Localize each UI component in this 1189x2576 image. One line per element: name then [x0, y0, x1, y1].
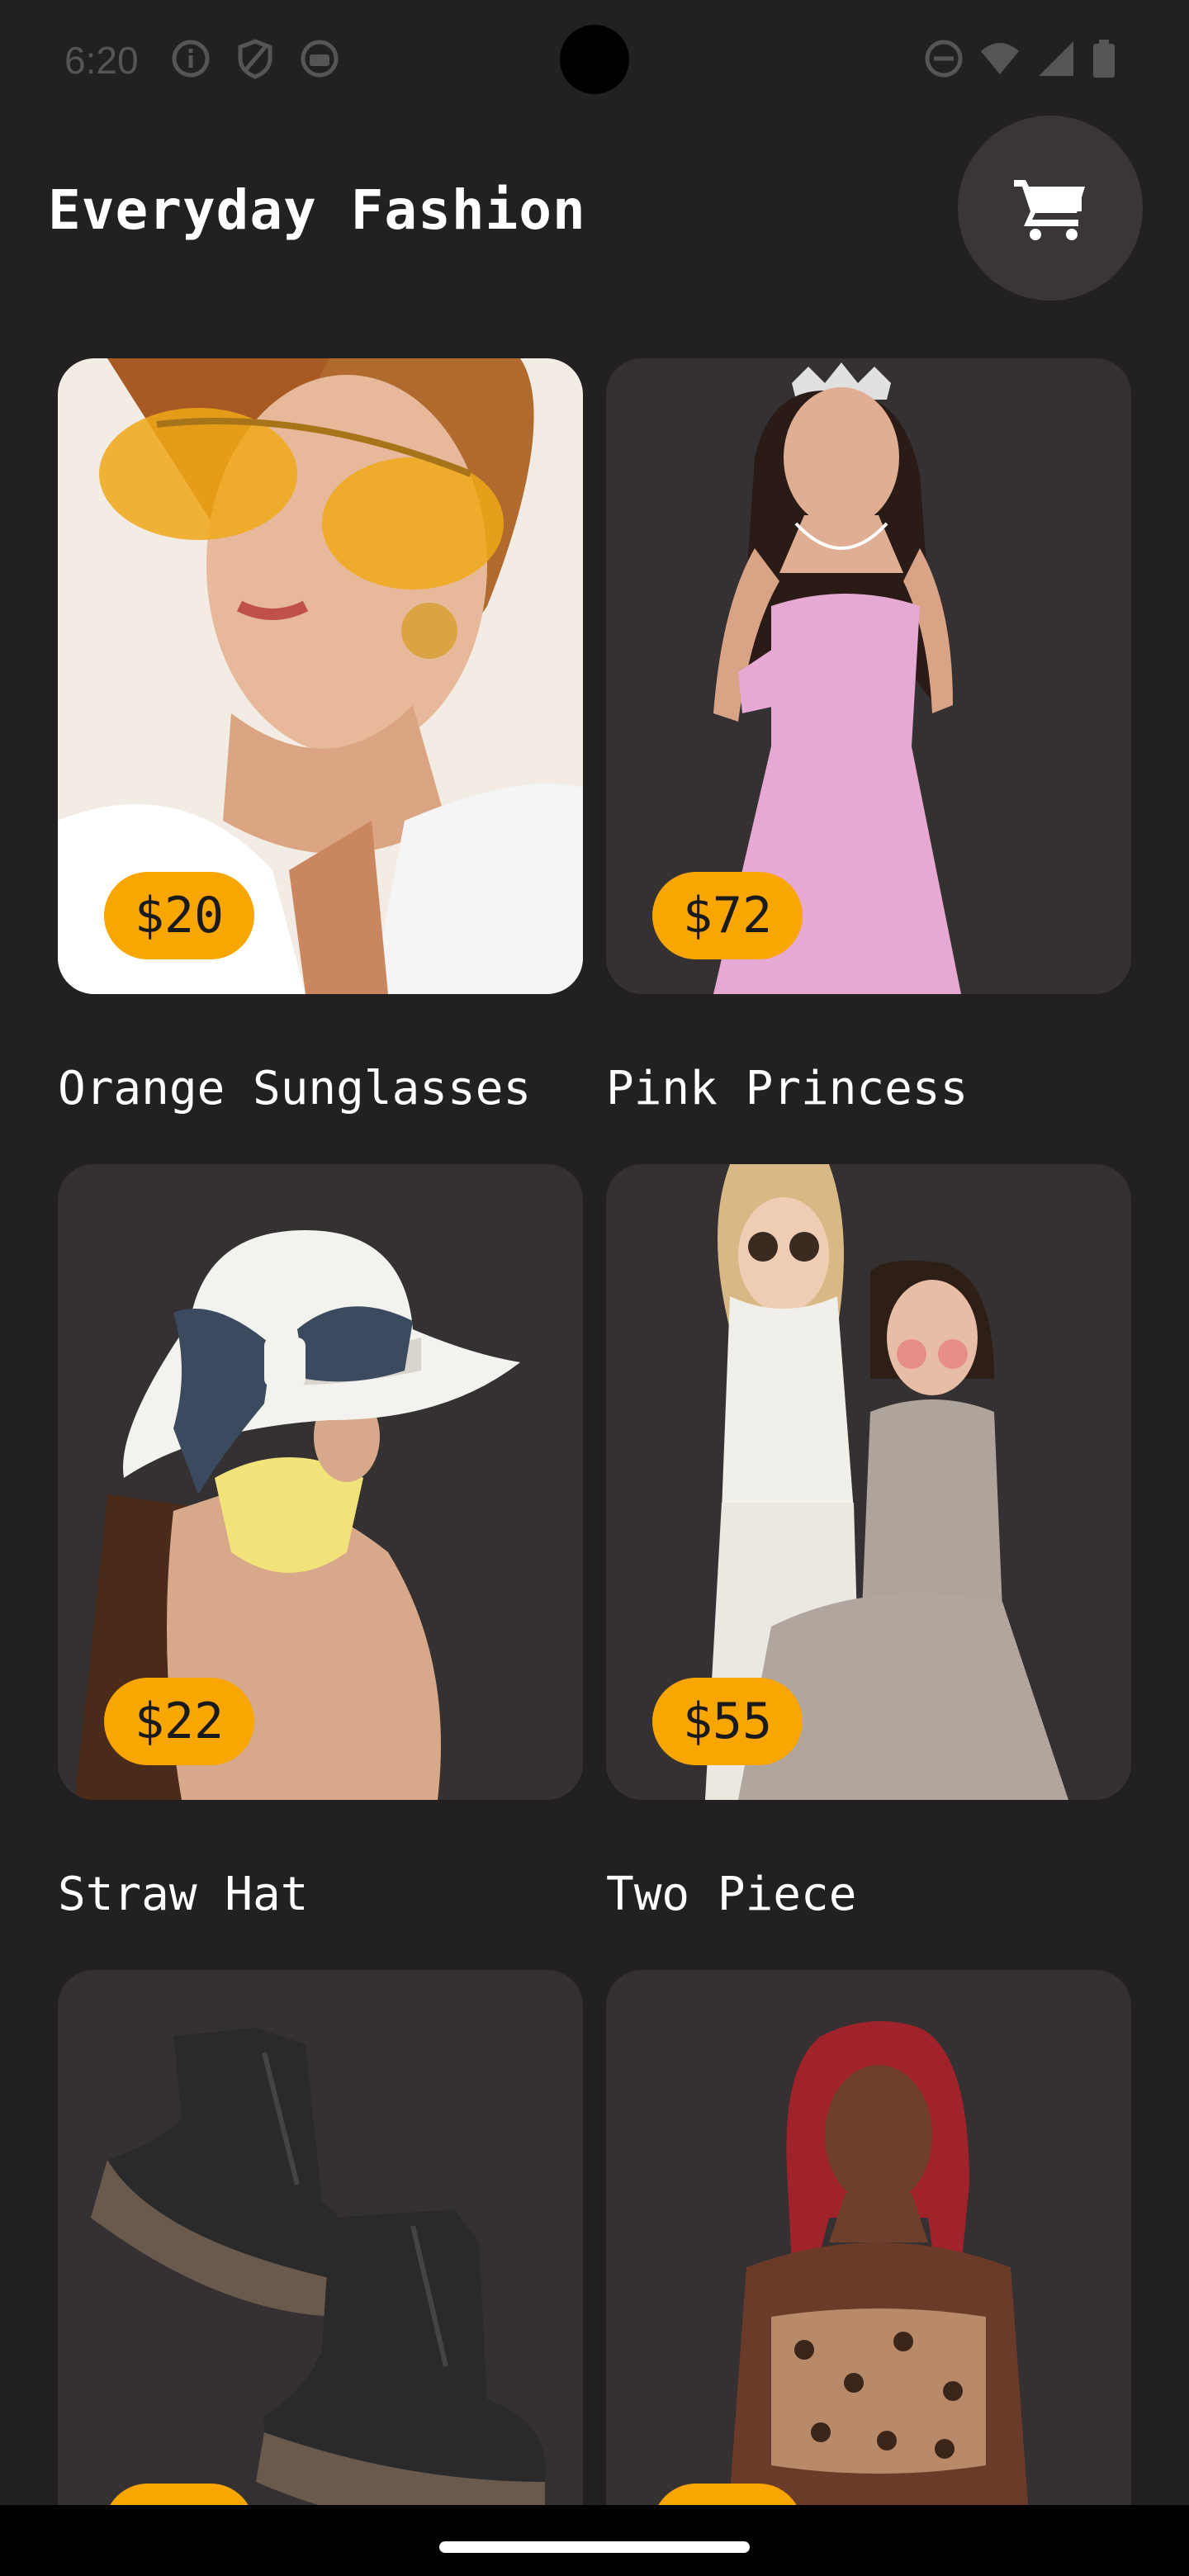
home-indicator[interactable] [439, 2541, 750, 2553]
product-image[interactable]: $72 [606, 358, 1131, 994]
product-name[interactable]: Pink Princess [606, 1062, 968, 1115]
price-badge: $20 [104, 872, 254, 959]
dnd-icon [925, 40, 963, 78]
cart-button[interactable] [958, 116, 1143, 301]
product-name[interactable]: Two Piece [606, 1868, 856, 1921]
status-bar: 6:20 [0, 0, 1189, 116]
info-icon [172, 40, 210, 78]
camera-cutout [560, 25, 629, 94]
navigation-bar [0, 2505, 1189, 2576]
android-icon [301, 40, 339, 78]
product-image[interactable] [606, 1970, 1131, 2576]
price-badge: $72 [652, 872, 803, 959]
battery-icon [1093, 40, 1115, 78]
price-badge: $55 [652, 1678, 803, 1765]
product-image[interactable]: $55 [606, 1164, 1131, 1800]
signal-icon [1039, 41, 1073, 76]
price-badge: $22 [104, 1678, 254, 1765]
app-screen: 6:20 Everyday Fashion $20 Orange Sunglas… [0, 0, 1189, 2576]
cart-icon [1014, 180, 1085, 240]
product-image[interactable]: $20 [58, 358, 583, 994]
product-image[interactable]: $22 [58, 1164, 583, 1800]
page-title: Everyday Fashion [48, 178, 586, 242]
status-time: 6:20 [64, 39, 139, 82]
product-name[interactable]: Straw Hat [58, 1868, 308, 1921]
wifi-icon [981, 43, 1019, 74]
shield-icon [238, 39, 272, 79]
product-name[interactable]: Orange Sunglasses [58, 1062, 531, 1115]
product-image[interactable] [58, 1970, 583, 2576]
